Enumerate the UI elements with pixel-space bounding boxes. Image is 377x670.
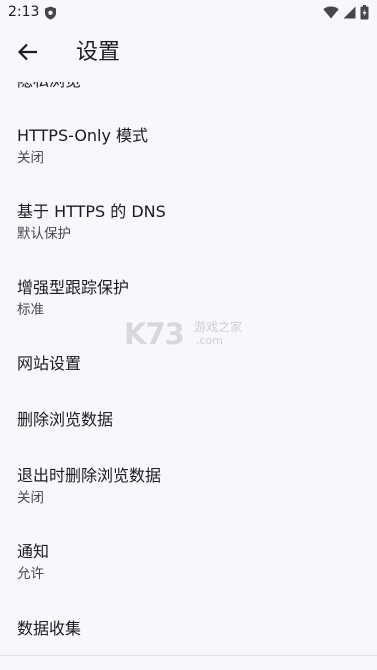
list-item-subtitle: 关闭: [17, 490, 44, 506]
list-item-tracking-protection[interactable]: 增强型跟踪保护 标准: [0, 258, 377, 334]
list-item-site-settings[interactable]: 网站设置: [0, 334, 377, 390]
list-item-subtitle: 默认保护: [17, 226, 71, 242]
divider: [0, 655, 377, 656]
list-item-private-browsing[interactable]: 隐私浏览: [0, 82, 377, 90]
app-bar: 设置: [0, 26, 377, 82]
list-item-title: HTTPS-Only 模式: [17, 126, 149, 145]
list-item-title: 增强型跟踪保护: [17, 278, 130, 297]
list-item-notifications[interactable]: 通知 允许: [0, 522, 377, 598]
wifi-icon: [323, 6, 339, 19]
arrow-left-icon: [17, 41, 39, 67]
list-item-title: 数据收集: [17, 619, 82, 638]
list-item-dns-over-https[interactable]: 基于 HTTPS 的 DNS 默认保护: [0, 182, 377, 258]
list-item-delete-browsing-data[interactable]: 删除浏览数据: [0, 390, 377, 446]
battery-icon: [360, 4, 369, 20]
back-button[interactable]: [10, 36, 46, 72]
status-time: 2:13: [8, 4, 40, 20]
list-item-title: 通知: [17, 542, 50, 561]
status-bar: 2:13: [0, 0, 377, 26]
signal-icon: [343, 6, 356, 19]
list-item-delete-on-quit[interactable]: 退出时删除浏览数据 关闭: [0, 446, 377, 522]
list-item-title: 隐私浏览: [17, 82, 81, 90]
status-icons: [323, 4, 369, 20]
list-item-subtitle: 允许: [17, 566, 44, 582]
list-item-https-only[interactable]: HTTPS-Only 模式 关闭: [0, 106, 377, 182]
list-item-title: 基于 HTTPS 的 DNS: [17, 202, 166, 221]
shield-icon: [44, 5, 57, 20]
settings-list[interactable]: 隐私浏览 HTTPS-Only 模式 关闭 基于 HTTPS 的 DNS 默认保…: [0, 82, 377, 670]
list-item-title: 网站设置: [17, 354, 82, 373]
list-item-subtitle: 关闭: [17, 150, 44, 166]
page-title: 设置: [76, 40, 121, 65]
list-item-data-collection[interactable]: 数据收集: [0, 598, 377, 654]
list-item-title: 删除浏览数据: [17, 410, 114, 429]
list-item-title: 退出时删除浏览数据: [17, 466, 162, 485]
list-item-subtitle: 标准: [17, 302, 44, 318]
